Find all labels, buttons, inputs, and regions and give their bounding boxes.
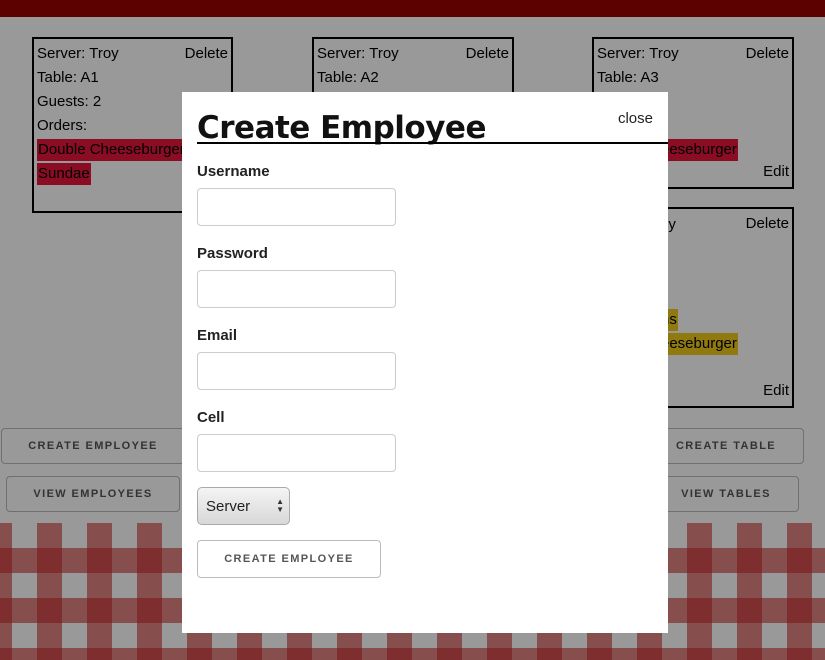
role-select[interactable]: Server ▲ ▼ (197, 487, 290, 525)
create-employee-modal: Create Employee close Username Password … (182, 92, 668, 633)
username-input[interactable] (197, 188, 396, 226)
password-label: Password (197, 245, 268, 262)
close-button[interactable]: close (618, 110, 653, 127)
role-select-value: Server (206, 497, 251, 515)
cell-input[interactable] (197, 434, 396, 472)
title-divider (197, 142, 668, 144)
email-input[interactable] (197, 352, 396, 390)
submit-create-employee-button[interactable]: CREATE EMPLOYEE (197, 540, 381, 578)
cell-label: Cell (197, 409, 225, 426)
password-input[interactable] (197, 270, 396, 308)
updown-arrows-icon: ▲ ▼ (276, 497, 284, 514)
username-label: Username (197, 163, 270, 180)
email-label: Email (197, 327, 238, 344)
